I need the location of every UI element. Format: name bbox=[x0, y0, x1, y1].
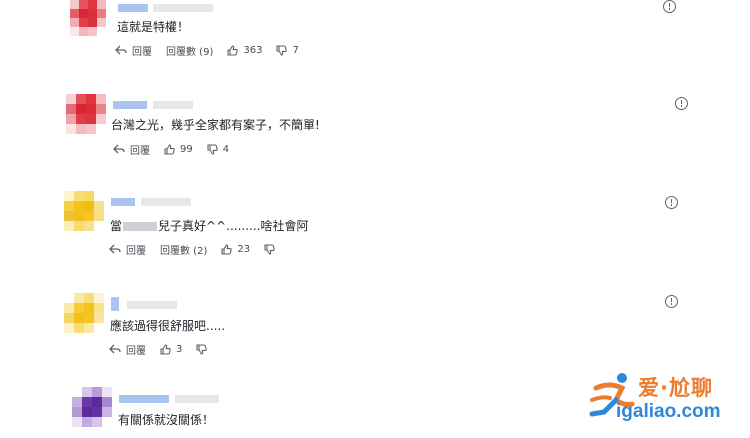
thumbs-down-icon bbox=[264, 243, 275, 255]
dislike-count: 4 bbox=[222, 143, 230, 155]
reply-label: 回覆 bbox=[126, 345, 146, 357]
info-circle-icon[interactable] bbox=[665, 196, 678, 209]
redacted-name bbox=[123, 222, 158, 231]
username-blurred[interactable] bbox=[111, 198, 193, 206]
view-replies-button[interactable]: 回覆數 (2) bbox=[160, 242, 207, 257]
like-count: 23 bbox=[237, 243, 251, 255]
avatar[interactable] bbox=[64, 191, 104, 231]
comment-text: 應該過得很舒服吧..... bbox=[110, 319, 226, 333]
like-count: 363 bbox=[243, 44, 263, 56]
comment-text: 當 兒子真好^^.........啥社會阿 bbox=[110, 218, 308, 234]
reply-label: 回覆 bbox=[132, 46, 152, 58]
comment-text: 有關係就沒關係！ bbox=[118, 413, 215, 427]
comment-actions: 回覆 3 bbox=[109, 341, 226, 357]
thumbs-down-icon bbox=[276, 44, 288, 56]
avatar[interactable] bbox=[70, 0, 106, 36]
like-button[interactable]: 99 bbox=[164, 144, 193, 155]
avatar[interactable] bbox=[72, 387, 112, 427]
comment-text: 台灣之光，幾乎全家都有案子，不簡單! bbox=[111, 118, 320, 132]
comment-text-prefix: 當 bbox=[110, 219, 123, 233]
thumbs-down-icon bbox=[196, 343, 208, 355]
like-button[interactable]: 3 bbox=[160, 344, 182, 355]
comment-text-suffix: 兒子真好^^.........啥社會阿 bbox=[158, 219, 309, 233]
view-replies-button[interactable]: 回覆數 (9) bbox=[166, 43, 213, 58]
replies-count: 回覆數 (9) bbox=[166, 46, 214, 58]
info-circle-icon[interactable] bbox=[665, 295, 678, 308]
reply-button[interactable]: 回覆 bbox=[113, 142, 150, 157]
comment-text: 這就是特權！ bbox=[117, 20, 190, 34]
avatar[interactable] bbox=[66, 94, 106, 134]
reply-button[interactable]: 回覆 bbox=[109, 342, 146, 357]
reply-arrow-icon bbox=[113, 144, 125, 154]
avatar[interactable] bbox=[64, 293, 104, 333]
username-blurred[interactable] bbox=[113, 101, 195, 109]
watermark-brand: 爱·尬聊 bbox=[638, 376, 713, 400]
watermark-url: igaliao.com bbox=[616, 401, 721, 422]
info-circle-icon[interactable] bbox=[675, 97, 688, 110]
username-blurred[interactable] bbox=[111, 297, 177, 311]
username-blurred[interactable] bbox=[118, 4, 218, 12]
like-button[interactable]: 363 bbox=[227, 45, 262, 56]
site-watermark: 爱·尬聊 igaliao.com bbox=[588, 370, 748, 426]
dislike-count: 7 bbox=[292, 44, 299, 56]
like-button[interactable]: 23 bbox=[221, 244, 250, 255]
reply-button[interactable]: 回覆 bbox=[115, 43, 152, 58]
reply-button[interactable]: 回覆 bbox=[109, 242, 146, 257]
reply-arrow-icon bbox=[109, 344, 121, 354]
dislike-button[interactable] bbox=[196, 343, 212, 355]
comment-actions: 回覆 99 4 bbox=[113, 141, 243, 157]
thumbs-down-icon bbox=[207, 143, 218, 155]
reply-arrow-icon bbox=[109, 244, 121, 254]
replies-count: 回覆數 (2) bbox=[160, 245, 208, 257]
username-blurred[interactable] bbox=[119, 395, 221, 403]
reply-arrow-icon bbox=[115, 45, 127, 55]
like-count: 3 bbox=[176, 343, 183, 355]
reply-label: 回覆 bbox=[126, 245, 146, 257]
reply-label: 回覆 bbox=[130, 145, 150, 157]
thumbs-up-icon bbox=[160, 343, 171, 355]
like-count: 99 bbox=[180, 143, 193, 155]
comment-actions: 回覆 回覆數 (2) 23 bbox=[109, 241, 294, 257]
dislike-button[interactable]: 4 bbox=[207, 144, 229, 155]
info-circle-icon[interactable] bbox=[663, 0, 676, 13]
thumbs-up-icon bbox=[221, 243, 233, 255]
dislike-button[interactable]: 7 bbox=[276, 44, 299, 56]
thumbs-up-icon bbox=[164, 143, 175, 155]
dislike-button[interactable] bbox=[264, 243, 280, 255]
thumbs-up-icon bbox=[227, 44, 239, 56]
comment-actions: 回覆 回覆數 (9) 363 7 bbox=[115, 42, 313, 58]
